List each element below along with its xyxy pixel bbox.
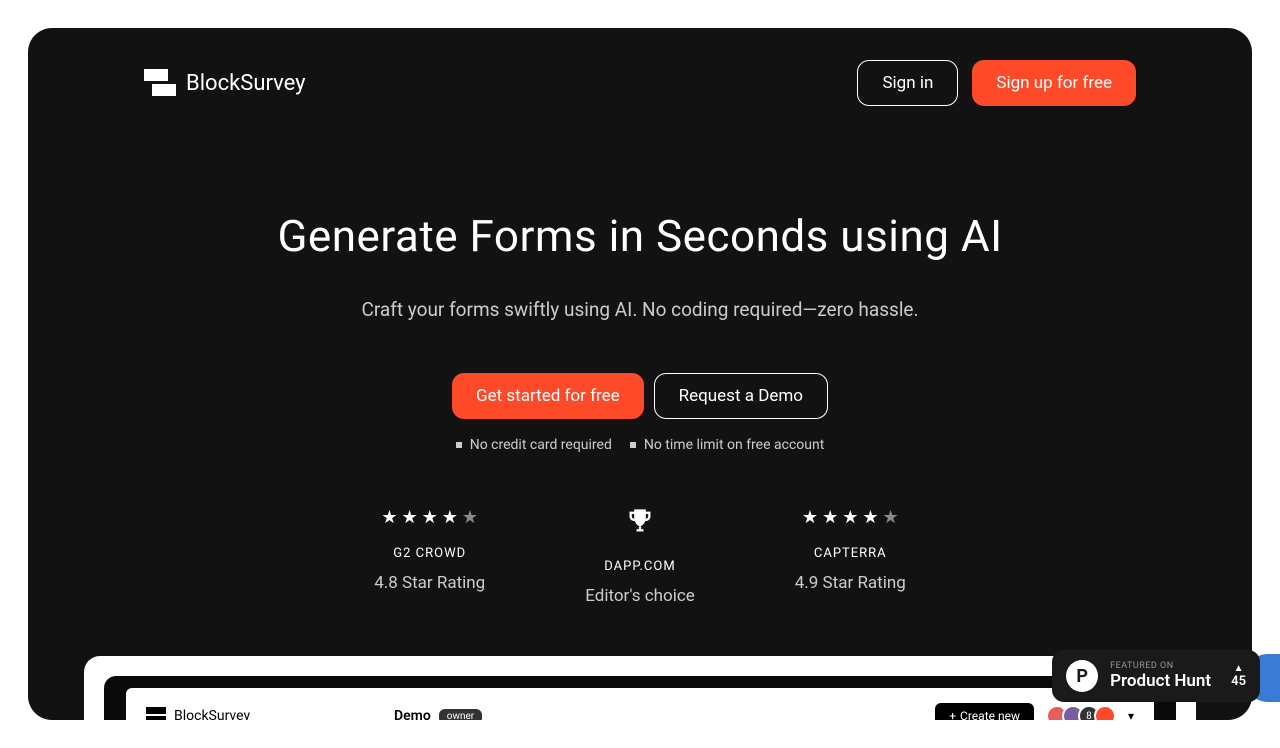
features-list: No credit card required No time limit on… bbox=[28, 437, 1252, 453]
ph-vote-count: 45 bbox=[1231, 674, 1246, 689]
brand-name: BlockSurvey bbox=[186, 71, 306, 96]
product-hunt-icon: P bbox=[1066, 660, 1098, 692]
signup-button[interactable]: Sign up for free bbox=[972, 60, 1136, 106]
video-preview: BlockSurvey Demo owner + Create new 8 bbox=[84, 656, 1196, 720]
trophy-icon bbox=[626, 507, 654, 541]
ratings-section: ★★★★★ G2 CROWD 4.8 Star Rating DAPP.COM … bbox=[28, 507, 1252, 606]
rating-value: 4.9 Star Rating bbox=[795, 573, 906, 593]
hero-section: Generate Forms in Seconds using AI Craft… bbox=[28, 106, 1252, 606]
video-logo: BlockSurvey bbox=[146, 707, 250, 720]
demo-label: Demo bbox=[394, 708, 431, 720]
video-inner: BlockSurvey Demo owner + Create new 8 bbox=[104, 676, 1176, 720]
product-hunt-badge[interactable]: P FEATURED ON Product Hunt ▲ 45 bbox=[1052, 650, 1260, 702]
stars-icon: ★★★★★ bbox=[802, 507, 899, 528]
rating-name: DAPP.COM bbox=[604, 559, 675, 574]
rating-value: 4.8 Star Rating bbox=[374, 573, 485, 593]
create-new-button[interactable]: + Create new bbox=[935, 703, 1034, 720]
get-started-button[interactable]: Get started for free bbox=[452, 373, 644, 419]
plus-icon: + bbox=[949, 709, 956, 720]
header-actions: Sign in Sign up for free bbox=[857, 60, 1136, 106]
video-right-actions: + Create new 8 ▾ bbox=[935, 703, 1134, 720]
rating-capterra: ★★★★★ CAPTERRA 4.9 Star Rating bbox=[795, 507, 906, 606]
rating-dapp: DAPP.COM Editor's choice bbox=[585, 507, 695, 606]
ph-name: Product Hunt bbox=[1110, 671, 1211, 691]
create-label: Create new bbox=[960, 709, 1020, 720]
feature-item: No credit card required bbox=[456, 437, 612, 453]
feature-text: No credit card required bbox=[470, 437, 612, 453]
header: BlockSurvey Sign in Sign up for free bbox=[28, 28, 1252, 106]
hero-subtitle: Craft your forms swiftly using AI. No co… bbox=[28, 298, 1252, 321]
ph-votes: ▲ 45 bbox=[1231, 663, 1246, 689]
signin-button[interactable]: Sign in bbox=[857, 60, 958, 106]
request-demo-button[interactable]: Request a Demo bbox=[654, 373, 828, 419]
bullet-icon bbox=[456, 442, 462, 448]
rating-name: CAPTERRA bbox=[814, 546, 887, 561]
cta-buttons: Get started for free Request a Demo bbox=[28, 373, 1252, 419]
logo-icon bbox=[144, 69, 176, 97]
ph-featured-label: FEATURED ON bbox=[1110, 661, 1211, 671]
video-brand-name: BlockSurvey bbox=[174, 708, 250, 720]
product-hunt-text: FEATURED ON Product Hunt bbox=[1110, 661, 1211, 691]
hero-title: Generate Forms in Seconds using AI bbox=[28, 210, 1252, 262]
feature-text: No time limit on free account bbox=[644, 437, 824, 453]
avatar bbox=[1094, 705, 1116, 720]
video-demo-title: Demo owner bbox=[394, 708, 482, 720]
upvote-icon: ▲ bbox=[1234, 663, 1244, 674]
bullet-icon bbox=[630, 442, 636, 448]
stars-icon: ★★★★★ bbox=[381, 507, 478, 528]
logo-icon bbox=[146, 707, 166, 720]
feature-item: No time limit on free account bbox=[630, 437, 824, 453]
brand-logo[interactable]: BlockSurvey bbox=[144, 69, 306, 97]
video-app-bar: BlockSurvey Demo owner + Create new 8 bbox=[126, 688, 1154, 720]
rating-value: Editor's choice bbox=[585, 586, 695, 606]
rating-name: G2 CROWD bbox=[393, 546, 466, 561]
chevron-down-icon[interactable]: ▾ bbox=[1128, 709, 1134, 720]
owner-badge: owner bbox=[439, 709, 482, 721]
avatars-group: 8 bbox=[1046, 705, 1116, 720]
rating-g2crowd: ★★★★★ G2 CROWD 4.8 Star Rating bbox=[374, 507, 485, 606]
